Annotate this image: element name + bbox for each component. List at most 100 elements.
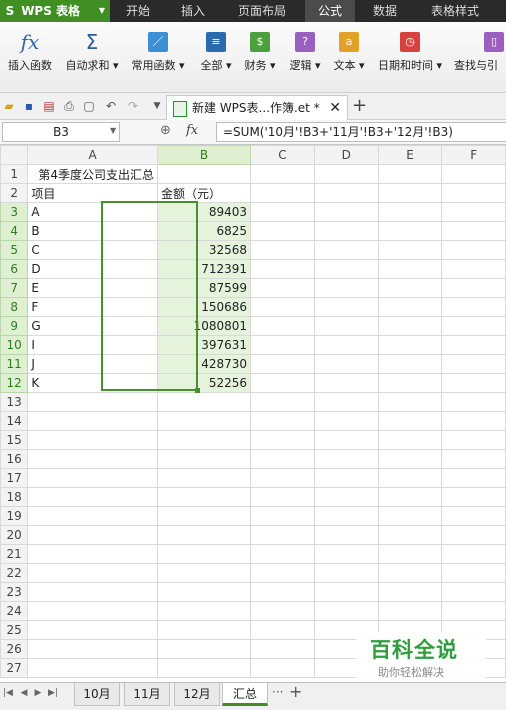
cell[interactable] <box>250 658 315 678</box>
cell[interactable] <box>441 468 506 488</box>
cell[interactable] <box>250 183 315 203</box>
date-time-button[interactable]: ◷ 日期和时间 ▾ <box>374 32 446 73</box>
row-header[interactable]: 4 <box>0 221 29 241</box>
row-header[interactable]: 19 <box>0 506 29 526</box>
cell-b[interactable]: 87599 <box>156 278 252 298</box>
cell[interactable] <box>250 335 315 355</box>
cell-b[interactable] <box>156 487 252 507</box>
cell[interactable] <box>377 392 443 412</box>
print-preview-icon[interactable]: ▢ <box>82 99 96 113</box>
insert-function-button[interactable]: fx 插入函数 <box>4 32 56 73</box>
cell[interactable] <box>441 373 506 393</box>
print-icon[interactable]: ⎙ <box>62 99 76 113</box>
sheet-tab-dec[interactable]: 12月 <box>174 683 220 706</box>
row-header[interactable]: 1 <box>0 164 29 184</box>
cell[interactable] <box>441 354 506 374</box>
cell[interactable] <box>377 202 443 222</box>
cell[interactable] <box>377 297 443 317</box>
cell-a[interactable]: B <box>27 221 158 241</box>
cell[interactable] <box>441 335 506 355</box>
column-header[interactable]: E <box>377 145 443 165</box>
more-sheets-button[interactable]: ··· <box>272 685 283 699</box>
cell[interactable] <box>250 411 315 431</box>
row-header[interactable]: 6 <box>0 259 29 279</box>
lookup-reference-button[interactable]: ▯ 查找与引 <box>454 32 506 73</box>
prev-sheet-icon[interactable]: ◀ <box>18 686 30 700</box>
cell-a[interactable] <box>27 658 158 678</box>
cell[interactable] <box>377 373 443 393</box>
app-menu-button[interactable]: S WPS 表格 ▼ <box>0 0 110 22</box>
cell-b[interactable] <box>156 449 252 469</box>
cell[interactable] <box>441 487 506 507</box>
row-header[interactable]: 10 <box>0 335 29 355</box>
row-header[interactable]: 7 <box>0 278 29 298</box>
cell[interactable] <box>250 240 315 260</box>
cell-a[interactable] <box>27 620 158 640</box>
cell[interactable] <box>313 430 379 450</box>
cell[interactable] <box>313 506 379 526</box>
cell-a[interactable] <box>27 411 158 431</box>
cell-b[interactable]: 6825 <box>156 221 252 241</box>
row-header[interactable]: 3 <box>0 202 29 222</box>
cell[interactable] <box>313 373 379 393</box>
cell-a[interactable] <box>27 392 158 412</box>
cell-a[interactable]: K <box>27 373 158 393</box>
cell[interactable] <box>377 468 443 488</box>
redo-icon[interactable]: ↷ <box>126 99 140 113</box>
cell[interactable] <box>313 183 379 203</box>
cell[interactable] <box>441 316 506 336</box>
cell[interactable] <box>313 525 379 545</box>
cell[interactable] <box>377 335 443 355</box>
cell[interactable] <box>377 525 443 545</box>
cell[interactable] <box>377 411 443 431</box>
financial-button[interactable]: $ 财务 ▾ <box>240 32 280 73</box>
cell-b[interactable] <box>156 392 252 412</box>
cell[interactable] <box>313 411 379 431</box>
cell-b[interactable] <box>156 582 252 602</box>
select-all-corner[interactable] <box>0 145 29 165</box>
cell[interactable] <box>377 221 443 241</box>
autosum-button[interactable]: Σ 自动求和 ▾ <box>62 32 122 73</box>
cell-a[interactable] <box>27 563 158 583</box>
row-header[interactable]: 13 <box>0 392 29 412</box>
cell[interactable] <box>441 430 506 450</box>
next-sheet-icon[interactable]: ▶ <box>32 686 44 700</box>
cell-a[interactable] <box>27 487 158 507</box>
cell-b[interactable] <box>156 544 252 564</box>
cell[interactable] <box>250 487 315 507</box>
cell-b[interactable] <box>156 411 252 431</box>
cell-b[interactable]: 428730 <box>156 354 252 374</box>
close-icon[interactable]: ✕ <box>329 96 341 120</box>
cell[interactable] <box>441 240 506 260</box>
cell-b[interactable]: 32568 <box>156 240 252 260</box>
row-header[interactable]: 25 <box>0 620 29 640</box>
tab-data[interactable]: 数据 <box>362 0 408 22</box>
cell-b[interactable] <box>156 525 252 545</box>
sheet-tab-oct[interactable]: 10月 <box>74 683 120 706</box>
cell-b[interactable] <box>156 563 252 583</box>
cell[interactable] <box>377 544 443 564</box>
cell[interactable] <box>441 582 506 602</box>
cell[interactable] <box>441 506 506 526</box>
cell-a[interactable] <box>27 582 158 602</box>
formula-input[interactable]: =SUM('10月'!B3+'11月'!B3+'12月'!B3) <box>216 122 506 142</box>
first-sheet-icon[interactable]: |◀ <box>2 686 14 700</box>
cell-a[interactable]: G <box>27 316 158 336</box>
cell[interactable] <box>250 582 315 602</box>
cell-a[interactable] <box>27 639 158 659</box>
cell[interactable] <box>250 601 315 621</box>
cell[interactable] <box>313 468 379 488</box>
cell-b[interactable] <box>156 164 252 184</box>
sheet-tab-nov[interactable]: 11月 <box>124 683 170 706</box>
cell[interactable] <box>377 487 443 507</box>
tab-table-style[interactable]: 表格样式 <box>420 0 490 22</box>
cell[interactable] <box>313 240 379 260</box>
row-header[interactable]: 17 <box>0 468 29 488</box>
column-header[interactable]: D <box>313 145 379 165</box>
cell[interactable] <box>377 601 443 621</box>
cell[interactable] <box>250 221 315 241</box>
cell[interactable] <box>377 164 443 184</box>
row-header[interactable]: 24 <box>0 601 29 621</box>
cell-a[interactable] <box>27 601 158 621</box>
tab-insert[interactable]: 插入 <box>170 0 216 22</box>
